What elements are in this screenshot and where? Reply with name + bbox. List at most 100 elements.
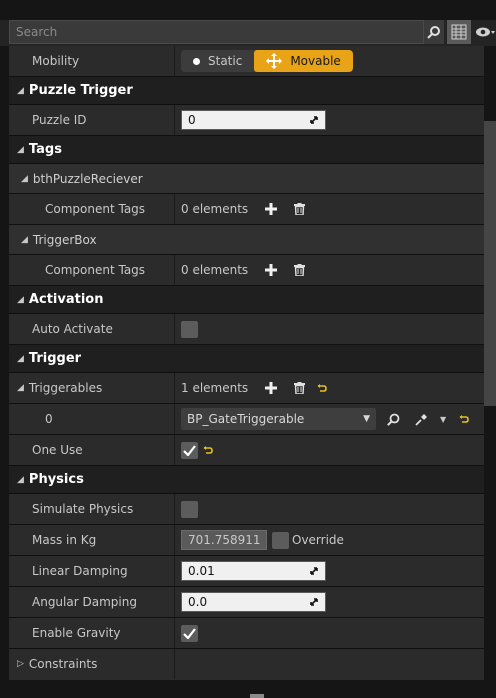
static-icon xyxy=(193,57,200,65)
simulate-physics-row: Simulate Physics xyxy=(9,494,484,525)
reset-arrow-icon[interactable] xyxy=(316,382,328,394)
trash-icon[interactable] xyxy=(290,200,308,218)
mass-row: Mass in Kg 701.758911 Override xyxy=(9,525,484,556)
drag-handle-icon[interactable] xyxy=(309,597,319,607)
puzzle-id-row: Puzzle ID 0 xyxy=(9,105,484,136)
mobility-option-static[interactable]: Static xyxy=(181,50,254,72)
mobility-label: Mobility xyxy=(32,54,80,68)
drag-handle-icon[interactable] xyxy=(309,566,319,576)
details-panel: Mobility Static Movable ◢ Puzzle Trigger xyxy=(9,46,484,680)
category-title: Physics xyxy=(28,472,84,487)
mobility-selector[interactable]: Static Movable xyxy=(181,50,353,72)
drag-handle-icon[interactable] xyxy=(309,115,319,125)
component-tags-label: Component Tags xyxy=(45,263,146,277)
checkmark-icon xyxy=(183,627,196,639)
trash-icon[interactable] xyxy=(290,379,308,397)
chevron-down-icon: ▼ xyxy=(363,414,370,424)
angular-damping-value: 0.0 xyxy=(188,595,208,609)
linear-damping-row: Linear Damping 0.01 xyxy=(9,556,484,587)
move-icon xyxy=(266,53,283,69)
category-trigger[interactable]: ◢ Trigger xyxy=(9,345,484,373)
plus-icon[interactable] xyxy=(262,200,280,218)
triggerables-count: 1 elements xyxy=(181,381,249,395)
category-tags[interactable]: ◢ Tags xyxy=(9,136,484,164)
subcategory-title: bthPuzzleReciever xyxy=(32,171,143,186)
angular-damping-field[interactable]: 0.0 xyxy=(181,592,326,612)
triggerable-item-row: 0 BP_GateTriggerable ▼ ▼ xyxy=(9,404,484,435)
angular-damping-row: Angular Damping 0.0 xyxy=(9,587,484,618)
plus-icon[interactable] xyxy=(262,379,280,397)
advanced-expand-handle[interactable] xyxy=(250,694,264,698)
movable-label: Movable xyxy=(290,54,341,68)
component-tags-count: 0 elements xyxy=(181,263,249,277)
category-title: Puzzle Trigger xyxy=(28,83,133,98)
triggerable-asset-combo[interactable]: BP_GateTriggerable ▼ xyxy=(181,408,376,430)
constraints-row: ▷ Constraints xyxy=(9,649,484,680)
linear-damping-value: 0.01 xyxy=(188,564,215,578)
category-activation[interactable]: ◢ Activation xyxy=(9,286,484,314)
mass-field[interactable]: 701.758911 xyxy=(181,530,267,550)
reset-arrow-icon[interactable] xyxy=(458,413,470,425)
mobility-row: Mobility Static Movable xyxy=(9,46,484,77)
triggerable-index-label: 0 xyxy=(45,412,53,426)
enable-gravity-checkbox[interactable] xyxy=(181,624,198,642)
collapse-arrow-icon: ◢ xyxy=(17,383,24,393)
component-tags-row: Component Tags 0 elements xyxy=(9,194,484,225)
component-tags-count: 0 elements xyxy=(181,202,249,216)
component-tags-label: Component Tags xyxy=(45,202,146,216)
category-title: Tags xyxy=(28,142,62,157)
chevron-down-icon[interactable]: ▼ xyxy=(440,415,446,424)
trash-icon[interactable] xyxy=(290,261,308,279)
column-divider xyxy=(174,649,175,679)
one-use-checkbox[interactable] xyxy=(181,441,198,459)
linear-damping-field[interactable]: 0.01 xyxy=(181,561,326,581)
enable-gravity-row: Enable Gravity xyxy=(9,618,484,649)
puzzle-id-field[interactable]: 0 xyxy=(181,110,326,130)
component-tags-row: Component Tags 0 elements xyxy=(9,255,484,286)
reset-arrow-icon[interactable] xyxy=(202,444,214,456)
search-bar xyxy=(0,20,496,46)
mass-value: 701.758911 xyxy=(188,533,261,547)
collapse-arrow-icon: ◢ xyxy=(21,173,28,184)
one-use-label-text: One Use xyxy=(32,443,83,457)
constraints-label[interactable]: ▷ Constraints xyxy=(9,649,174,679)
vertical-scrollbar[interactable] xyxy=(484,46,496,698)
search-icon[interactable] xyxy=(424,20,444,44)
collapse-arrow-icon: ◢ xyxy=(21,234,28,245)
category-physics[interactable]: ◢ Physics xyxy=(9,466,484,494)
subcategory-bthpuzzlereciever[interactable]: ◢ bthPuzzleReciever xyxy=(9,164,484,194)
auto-activate-label: Auto Activate xyxy=(32,322,113,336)
collapse-arrow-icon: ◢ xyxy=(17,294,24,305)
eye-icon[interactable] xyxy=(474,20,496,44)
simulate-physics-label: Simulate Physics xyxy=(32,502,134,516)
category-title: Activation xyxy=(28,292,104,307)
expand-arrow-icon: ▷ xyxy=(17,659,24,669)
mobility-option-movable[interactable]: Movable xyxy=(254,50,353,72)
collapse-arrow-icon: ◢ xyxy=(17,474,24,485)
simulate-physics-checkbox[interactable] xyxy=(181,500,198,518)
linear-damping-label: Linear Damping xyxy=(32,564,128,578)
grid-view-icon[interactable] xyxy=(447,20,471,44)
one-use-row: One Use xyxy=(9,435,484,466)
enable-gravity-label: Enable Gravity xyxy=(32,626,121,640)
search-input[interactable] xyxy=(9,20,424,44)
subcategory-title: TriggerBox xyxy=(32,232,97,247)
override-label: Override xyxy=(292,533,344,547)
plus-icon[interactable] xyxy=(262,261,280,279)
browse-icon[interactable] xyxy=(384,410,402,428)
category-title: Trigger xyxy=(28,351,82,366)
angular-damping-label: Angular Damping xyxy=(32,595,137,609)
one-use-label: One Use xyxy=(9,435,174,465)
triggerables-label[interactable]: ◢ Triggerables xyxy=(9,373,174,403)
pick-icon[interactable] xyxy=(412,410,430,428)
puzzle-id-value: 0 xyxy=(188,113,196,127)
mass-label: Mass in Kg xyxy=(32,533,97,547)
override-checkbox[interactable] xyxy=(272,531,289,549)
collapse-arrow-icon: ◢ xyxy=(17,144,24,155)
collapse-arrow-icon: ◢ xyxy=(17,353,24,364)
triggerables-row: ◢ Triggerables 1 elements xyxy=(9,373,484,404)
subcategory-triggerbox[interactable]: ◢ TriggerBox xyxy=(9,225,484,255)
scrollbar-thumb[interactable] xyxy=(484,121,496,406)
auto-activate-checkbox[interactable] xyxy=(181,320,198,338)
category-puzzle-trigger[interactable]: ◢ Puzzle Trigger xyxy=(9,77,484,105)
